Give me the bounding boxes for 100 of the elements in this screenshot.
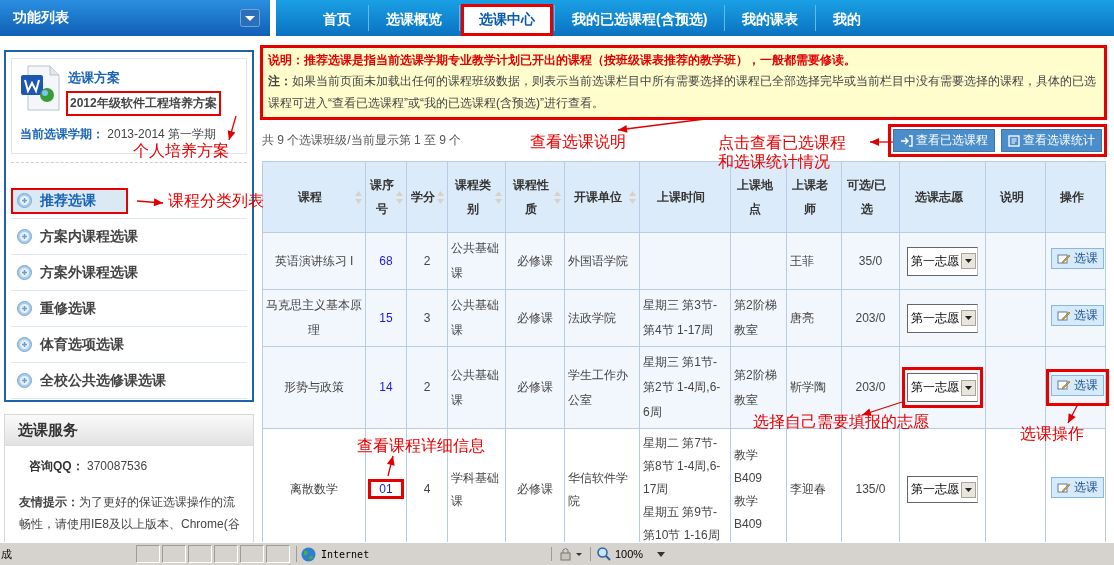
annotation-text: 查看课程详细信息 (357, 436, 485, 455)
note-text: 注：如果当前页面未加载出任何的课程班级数据，则表示当前选课栏目中所有需要选择的课程已全部选择完毕或当前栏目中没有需要选择的课程，具体的已选课程可进入“查看已选课程”或“我的已选课程(含预选)”进行查看。 (268, 73, 1097, 112)
status-pane (266, 545, 290, 563)
nav-tab[interactable]: 选课概览 (370, 4, 458, 36)
table-cell: 马克思主义基本原理 (262, 289, 366, 347)
nav-tab[interactable]: 首页 (307, 4, 367, 36)
table-cell: 外国语学院 (564, 232, 640, 290)
status-pane (240, 545, 264, 563)
nav-tab[interactable]: 我的已选课程(含预选) (556, 4, 724, 36)
lock-icon[interactable] (559, 547, 583, 561)
view-button[interactable]: 查看选课统计 (1001, 129, 1102, 152)
select-course-button[interactable]: 选课 (1051, 248, 1104, 270)
schedule-text: 星期三 第1节-第2节 1-4周,6-6周 (643, 354, 722, 421)
column-header[interactable]: 课程类别 (447, 161, 506, 233)
course-number-link[interactable]: 68 (371, 253, 401, 268)
dropdown-icon (961, 379, 976, 396)
category-label: 重修选课 (40, 299, 96, 318)
table-cell: 形势与政策 (262, 346, 366, 429)
course-number-link[interactable]: 01 (371, 482, 401, 496)
plan-title-link[interactable]: 选课方案 (68, 69, 219, 87)
column-header: 选课志愿 (899, 161, 986, 233)
annotation-arrow (869, 138, 894, 146)
tip-paragraph: 友情提示：为了更好的保证选课操作的流畅性，请使用IE8及以上版本、Chrome(谷 (19, 494, 241, 533)
nav-tab[interactable]: 我的 (817, 4, 878, 36)
sort-icon (495, 191, 502, 204)
plan-name: 2012年级软件工程培养方案 (68, 93, 219, 114)
sort-icon (629, 191, 636, 204)
table-cell: 3 (406, 289, 448, 347)
qq-number: 370087536 (87, 459, 148, 473)
sort-icon (437, 191, 444, 204)
plus-circle-icon (17, 337, 32, 352)
select-course-button[interactable]: 选课 (1051, 477, 1104, 499)
column-header: 说明 (985, 161, 1046, 233)
column-header[interactable]: 课程 (262, 161, 366, 233)
column-header[interactable]: 课序号 (365, 161, 407, 233)
dropdown-icon (961, 481, 976, 498)
service-title: 选课服务 (5, 415, 253, 446)
table-cell: 必修课 (505, 289, 565, 347)
table-cell: 唐亮 (786, 289, 842, 347)
plus-circle-icon (17, 265, 32, 280)
annotation-arrow (1067, 403, 1079, 424)
annotation-text: 选课操作 (1020, 424, 1084, 443)
word-document-icon (20, 65, 60, 111)
wish-select[interactable]: 第一志愿 (907, 303, 978, 333)
schedule-text: 星期三 第3节-第4节 1-17周 (643, 297, 718, 339)
category-item[interactable]: 重修选课 (13, 297, 126, 320)
annotation-arrow (136, 198, 164, 207)
plus-circle-icon (17, 229, 32, 244)
course-number-link[interactable]: 15 (371, 310, 401, 325)
table-cell: 必修课 (505, 232, 565, 290)
location-text: 第2阶梯教室 (734, 297, 778, 339)
security-zone: Internet (321, 548, 370, 560)
nav-tab[interactable]: 选课中心 (461, 4, 553, 36)
caret-icon[interactable] (657, 551, 666, 557)
category-item[interactable]: 全校公共选修课选课 (13, 369, 196, 392)
status-pane (188, 545, 212, 563)
location-text: 教学B409 (734, 446, 764, 487)
pencil-note-icon (1057, 252, 1071, 265)
dropdown-icon (961, 310, 976, 326)
view-button[interactable]: 查看已选课程 (893, 129, 995, 152)
table-cell: 203/0 (841, 289, 900, 347)
notice-text: 说明：推荐选课是指当前选课学期专业教学计划已开出的课程（按班级课表推荐的教学班），一般都需要修读。 (268, 52, 857, 69)
arrow-into-bracket-icon (900, 134, 913, 147)
table-cell: 公共基础课 (447, 289, 506, 347)
sort-icon (355, 191, 362, 204)
annotation-arrow (227, 115, 237, 141)
plus-circle-icon (17, 373, 32, 388)
category-item[interactable]: 方案内课程选课 (13, 225, 168, 248)
wish-select[interactable]: 第一志愿 (907, 476, 978, 503)
annotation-text: 查看选课说明 (530, 132, 626, 151)
column-header[interactable]: 开课单位 (564, 161, 640, 233)
schedule-text: 星期二 第7节-第8节 1-4周,6-17周 (643, 435, 722, 498)
category-label: 方案外课程选课 (40, 263, 138, 282)
category-label: 全校公共选修课选课 (40, 371, 166, 390)
sort-icon (396, 191, 403, 204)
course-number-link[interactable]: 14 (371, 380, 401, 394)
wish-select[interactable]: 第一志愿 (907, 373, 978, 402)
category-item[interactable]: 推荐选课 (13, 189, 126, 212)
table-cell: 法政学院 (564, 289, 640, 347)
status-pane (162, 545, 186, 563)
category-label: 方案内课程选课 (40, 227, 138, 246)
plus-circle-icon (17, 193, 32, 208)
magnifier-icon (597, 547, 611, 561)
select-course-button[interactable]: 选课 (1051, 305, 1104, 327)
nav-tab[interactable]: 我的课表 (726, 4, 815, 36)
category-item[interactable]: 方案外课程选课 (13, 261, 168, 284)
table-cell: 必修课 (505, 428, 565, 542)
zoom-level[interactable]: 100% (615, 548, 644, 560)
term-value: 2013-2014 第一学期 (107, 127, 217, 141)
column-header[interactable]: 学分 (406, 161, 448, 233)
category-label: 体育选项选课 (40, 335, 124, 354)
pencil-note-icon (1057, 379, 1071, 392)
table-cell: 学生工作办公室 (564, 346, 640, 429)
dropdown-icon[interactable] (240, 9, 260, 27)
table-cell: 2 (406, 346, 448, 429)
wish-select[interactable]: 第一志愿 (907, 246, 978, 276)
status-pane (214, 545, 238, 563)
category-item[interactable]: 体育选项选课 (13, 333, 154, 356)
column-header[interactable]: 课程性质 (505, 161, 565, 233)
select-course-button[interactable]: 选课 (1051, 374, 1104, 396)
